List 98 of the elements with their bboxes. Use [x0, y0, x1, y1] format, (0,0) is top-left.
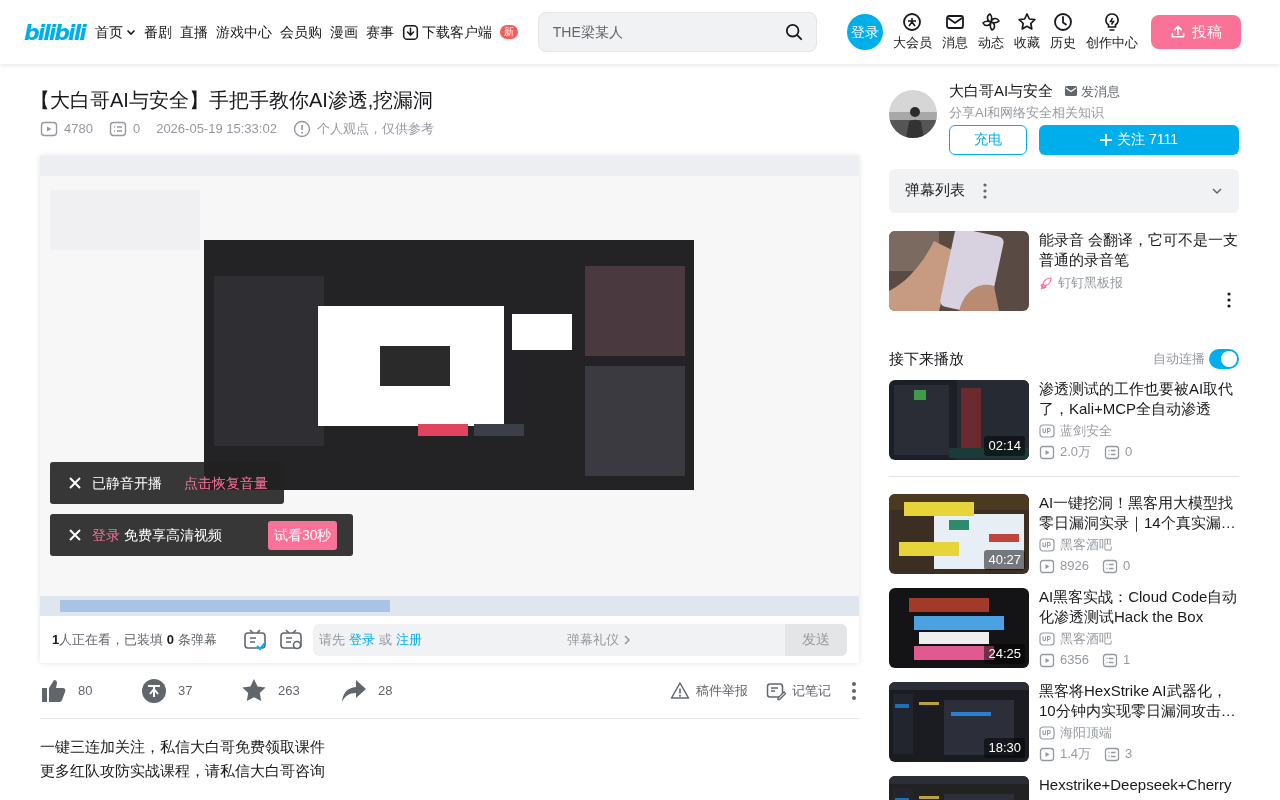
- input-hint: 请先: [318, 630, 345, 649]
- autoplay-toggle[interactable]: [1209, 348, 1239, 369]
- disclaimer: 个人观点，仅供参考: [316, 120, 434, 139]
- clock-icon: [1052, 11, 1073, 32]
- shortcut-link[interactable]: 消息: [941, 11, 968, 53]
- download-icon: [401, 23, 419, 41]
- tool-button[interactable]: 稿件举报: [670, 680, 748, 701]
- pinwheel-icon: [980, 11, 1001, 32]
- nav-link[interactable]: 漫画: [325, 21, 362, 43]
- vip-icon: [902, 11, 923, 32]
- star-icon: [1016, 11, 1037, 32]
- uploader-bio: 分享AI和网络安全相关知识: [949, 103, 1106, 122]
- shortcut-link[interactable]: 创作中心: [1085, 11, 1138, 53]
- close-icon[interactable]: [68, 528, 82, 542]
- section-title: 接下来播放: [889, 348, 964, 369]
- ad-title[interactable]: 能录音 会翻译，它可不是一支普通的录音笔: [1039, 229, 1239, 270]
- info-icon: [292, 120, 311, 138]
- shortcut-link[interactable]: 动态: [977, 11, 1004, 53]
- envelope-icon: [1065, 86, 1078, 97]
- nav-link[interactable]: 会员购: [275, 21, 326, 43]
- search-icon[interactable]: [784, 23, 803, 41]
- video-title-link[interactable]: AI一键挖洞！黑客用大模型找零日漏洞实录｜14个真实漏…: [1039, 493, 1239, 533]
- danmaku-count-icon: [1101, 558, 1118, 574]
- danmaku-settings-icon[interactable]: [278, 627, 303, 652]
- play-count-icon: [40, 120, 58, 138]
- restore-volume-link[interactable]: 点击恢复音量: [184, 472, 268, 494]
- toast-text: 登录 免费享高清视频: [92, 525, 222, 545]
- video-title: 【大白哥AI与安全】手把手教你AI渗透,挖漏洞: [30, 88, 435, 113]
- nav-link[interactable]: 下载客户端: [397, 21, 496, 43]
- rocket-icon: [1039, 275, 1053, 290]
- danmaku-count: 0: [1122, 557, 1131, 575]
- nav-link[interactable]: 赛事: [361, 21, 398, 43]
- toast-text: 已静音开播: [92, 473, 162, 493]
- danmaku-count-icon: [1104, 444, 1121, 460]
- danmaku-count-icon: [1104, 746, 1121, 762]
- view-count: 4780: [64, 120, 93, 139]
- video-title-link[interactable]: AI黑客实战：Cloud Code自动化渗透测试Hack the Box: [1039, 587, 1239, 627]
- view-count: 6356: [1060, 651, 1089, 669]
- ad-source: 钉钉黑板报: [1058, 273, 1123, 292]
- danmaku-list-panel[interactable]: 弹幕列表: [889, 168, 1239, 213]
- action-button[interactable]: 80: [40, 676, 140, 705]
- note-icon: [766, 680, 786, 701]
- coin-icon: [140, 676, 168, 705]
- uploader-tag-icon: [1039, 538, 1055, 552]
- danmaku-toggle-icon[interactable]: [242, 627, 267, 652]
- video-title-link[interactable]: 黑客将HexStrike AI武器化，10分钟内实现零日漏洞攻击…: [1039, 681, 1239, 721]
- action-button[interactable]: 37: [140, 676, 240, 705]
- nav-link[interactable]: 首页: [90, 21, 140, 43]
- shortcut-link[interactable]: 大会员: [892, 11, 932, 53]
- play-count-icon: [1039, 652, 1055, 668]
- action-button[interactable]: 28: [340, 676, 440, 705]
- search-field[interactable]: THE梁某人: [537, 12, 817, 52]
- viewer-status: 1人正在看，已装填 0 条弹幕: [52, 630, 217, 649]
- view-count: 1.4万: [1060, 745, 1092, 763]
- danmaku-count: 0: [132, 120, 141, 139]
- shortcut-link[interactable]: 收藏: [1013, 11, 1040, 53]
- nav-link[interactable]: 番剧: [139, 21, 176, 43]
- publish-date: 2026-05-19 15:33:02: [156, 120, 277, 139]
- uploader-tag-icon: [1039, 424, 1055, 438]
- input-hint: 或: [378, 630, 392, 649]
- play-count-icon: [1039, 444, 1055, 460]
- upload-icon: [1169, 24, 1186, 40]
- view-count: 8926: [1060, 557, 1089, 575]
- shortcut-link[interactable]: 历史: [1049, 11, 1076, 53]
- plus-icon: [1100, 133, 1112, 146]
- panel-title: 弹幕列表: [905, 180, 965, 201]
- chevron-right-icon: [623, 634, 632, 645]
- video-duration: 18:30: [984, 738, 1025, 758]
- view-count: 2.0万: [1060, 443, 1092, 461]
- uploader-tag-icon: [1039, 726, 1055, 740]
- danmaku-count: 1: [1122, 651, 1131, 669]
- tool-button[interactable]: 记笔记: [766, 680, 831, 701]
- message-link[interactable]: 发消息: [1065, 81, 1121, 101]
- video-duration: 40:27: [984, 550, 1025, 570]
- description-line: 一键三连加关注，私信大白哥免费领取课件: [40, 737, 326, 757]
- uploader-tag-icon: [1039, 632, 1055, 646]
- danmaku-count: 3: [1125, 745, 1133, 763]
- danmaku-count-icon: [108, 120, 127, 138]
- uploader-name[interactable]: 大白哥AI与安全: [949, 80, 1054, 103]
- new-badge: 新: [499, 25, 518, 39]
- danmaku-count: 0: [1125, 443, 1133, 461]
- video-duration: 24:25: [984, 644, 1025, 664]
- danmaku-count-icon: [1101, 652, 1118, 668]
- more-icon[interactable]: [1227, 291, 1231, 308]
- video-title-link[interactable]: Hexstrike+Deepseek+Cherry: [1039, 775, 1239, 795]
- play-count-icon: [1039, 746, 1055, 762]
- nav-link[interactable]: 游戏中心: [211, 21, 276, 43]
- action-button[interactable]: 263: [240, 676, 340, 705]
- description-line: 更多红队攻防实战课程，请私信大白哥咨询: [40, 761, 326, 781]
- play-count-icon: [1039, 558, 1055, 574]
- close-icon[interactable]: [68, 476, 82, 490]
- video-duration: 02:14: [984, 436, 1025, 456]
- login-link[interactable]: 登录: [92, 526, 120, 543]
- video-title-link[interactable]: 渗透测试的工作也要被AI取代了，Kali+MCP全自动渗透: [1039, 379, 1239, 419]
- chevron-down-icon: [125, 27, 136, 37]
- warning-icon: [670, 680, 690, 701]
- nav-link[interactable]: 直播: [175, 21, 212, 43]
- autoplay-label: 自动连播: [1153, 350, 1205, 368]
